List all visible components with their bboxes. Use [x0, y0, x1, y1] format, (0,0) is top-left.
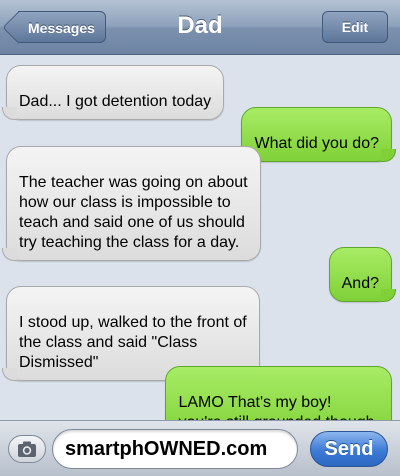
message-bubble-incoming: Dad... I got detention today [1, 65, 225, 120]
message-text: What did you do? [254, 135, 379, 152]
camera-button[interactable] [8, 435, 46, 463]
navigation-bar: Messages Dad Edit [0, 0, 400, 55]
message-text: I stood up, walked to the front of the c… [19, 314, 247, 371]
message-bubble-incoming: The teacher was going on about how our c… [2, 146, 261, 261]
send-button[interactable]: Send [310, 431, 388, 467]
message-text: The teacher was going on about how our c… [19, 174, 248, 251]
edit-button[interactable]: Edit [322, 11, 388, 43]
message-input-bar: smartphOWNED.com Send [0, 420, 400, 476]
camera-icon [18, 441, 36, 457]
message-text-field[interactable]: smartphOWNED.com [52, 429, 298, 469]
message-text: And? [341, 275, 379, 292]
back-button-label: Messages [28, 20, 95, 36]
message-thread: Dad... I got detention today What did yo… [0, 55, 400, 441]
message-bubble-outgoing: What did you do? [241, 107, 396, 162]
message-bubble-outgoing: And? [328, 247, 397, 302]
message-text: Dad... I got detention today [19, 93, 212, 110]
